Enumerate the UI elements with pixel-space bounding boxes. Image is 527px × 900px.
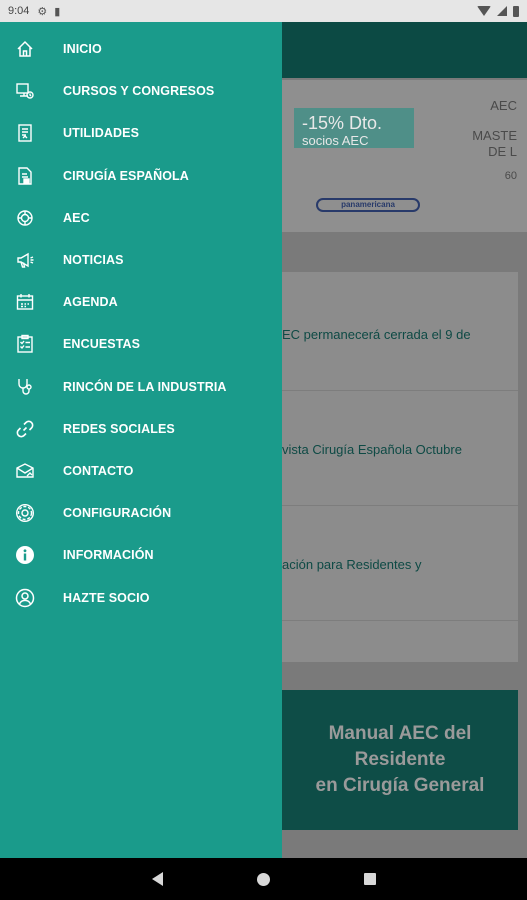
link-icon: [14, 418, 36, 440]
battery-icon: [513, 5, 519, 17]
courses-icon: [14, 80, 36, 102]
signal-icon: [497, 6, 507, 16]
navigation-drawer: INICIO CURSOS Y CONGRESOS UTILIDADES CIR…: [0, 22, 282, 858]
notification-status-icon: ▮: [54, 5, 61, 18]
settings-status-icon: ⚙: [37, 5, 48, 18]
news-card-text: vista Cirugía Española Octubre: [282, 442, 462, 457]
drawer-item-label: CIRUGÍA ESPAÑOLA: [63, 168, 189, 183]
stethoscope-icon: [14, 376, 36, 398]
recents-icon: [363, 873, 376, 885]
megaphone-icon: [14, 249, 36, 271]
back-button[interactable]: [148, 869, 168, 889]
manual-line2: en Cirugía General: [315, 775, 485, 796]
drawer-item-contacto[interactable]: CONTACTO: [0, 450, 282, 492]
drawer-item-inicio[interactable]: INICIO: [0, 28, 282, 70]
drawer-item-label: INFORMACIÓN: [63, 548, 154, 563]
status-bar: 9:04 ⚙ ▮: [0, 0, 527, 22]
banner-side-top: AEC: [490, 98, 517, 113]
gear-icon: [14, 502, 36, 524]
drawer-item-label: AEC: [63, 210, 90, 225]
home-circle-icon: [257, 872, 270, 886]
system-nav-bar: [0, 858, 527, 900]
drawer-item-label: REDES SOCIALES: [63, 421, 175, 436]
promo-box: -15% Dto. socios AEC: [294, 108, 414, 148]
home-icon: [14, 38, 36, 60]
survey-icon: [14, 333, 36, 355]
drawer-item-configuracion[interactable]: CONFIGURACIÓN: [0, 492, 282, 534]
journal-icon: [14, 165, 36, 187]
manual-banner[interactable]: Manual AEC del Residente en Cirugía Gene…: [282, 690, 518, 830]
banner-side-text: AEC MASTE DE L 60: [472, 98, 517, 184]
calendar-icon: [14, 291, 36, 313]
drawer-item-label: UTILIDADES: [63, 126, 139, 141]
drawer-item-label: RINCÓN DE LA INDUSTRIA: [63, 379, 227, 394]
news-card[interactable]: EC permanecerá cerrada el 9 de: [282, 277, 518, 391]
drawer-item-label: ENCUESTAS: [63, 337, 141, 352]
info-icon: [14, 544, 36, 566]
news-card-text: ación para Residentes y: [282, 557, 422, 572]
drawer-menu: INICIO CURSOS Y CONGRESOS UTILIDADES CIR…: [0, 22, 282, 619]
banner-side-num: 60: [504, 170, 517, 182]
back-icon: [152, 872, 163, 886]
drawer-item-utilidades[interactable]: UTILIDADES: [0, 112, 282, 154]
drawer-item-redes[interactable]: REDES SOCIALES: [0, 408, 282, 450]
status-time: 9:04: [8, 5, 30, 17]
drawer-item-cursos[interactable]: CURSOS Y CONGRESOS: [0, 70, 282, 112]
wifi-icon: [477, 6, 491, 16]
drawer-item-noticias[interactable]: NOTICIAS: [0, 239, 282, 281]
drawer-item-agenda[interactable]: AGENDA: [0, 281, 282, 323]
drawer-item-label: CONTACTO: [63, 463, 134, 478]
publisher-logo: panamericana: [316, 198, 420, 212]
recents-button[interactable]: [360, 869, 380, 889]
news-card[interactable]: vista Cirugía Española Octubre: [282, 392, 518, 506]
drawer-item-label: CURSOS Y CONGRESOS: [63, 84, 215, 99]
mail-icon: [14, 460, 36, 482]
drawer-item-aec[interactable]: AEC: [0, 197, 282, 239]
home-button[interactable]: [254, 869, 274, 889]
drawer-item-label: HAZTE SOCIO: [63, 590, 150, 605]
aec-icon: [14, 207, 36, 229]
drawer-item-label: INICIO: [63, 42, 102, 57]
manual-line1: Manual AEC del Residente: [328, 723, 472, 770]
promo-main: -15% Dto.: [302, 113, 383, 133]
promo-banner[interactable]: -15% Dto. socios AEC panamericana AEC MA…: [282, 80, 527, 232]
drawer-item-label: AGENDA: [63, 295, 118, 310]
drawer-item-rincon[interactable]: RINCÓN DE LA INDUSTRIA: [0, 366, 282, 408]
banner-side-mid2: DE L: [488, 144, 517, 159]
drawer-item-encuestas[interactable]: ENCUESTAS: [0, 323, 282, 365]
user-icon: [14, 587, 36, 609]
drawer-item-informacion[interactable]: INFORMACIÓN: [0, 534, 282, 576]
utilities-icon: [14, 122, 36, 144]
drawer-item-cirugia[interactable]: CIRUGÍA ESPAÑOLA: [0, 155, 282, 197]
news-card-text: EC permanecerá cerrada el 9 de: [282, 327, 471, 342]
drawer-item-label: CONFIGURACIÓN: [63, 506, 172, 521]
promo-sub: socios AEC: [302, 133, 369, 148]
news-card[interactable]: ación para Residentes y: [282, 507, 518, 621]
banner-side-mid1: MASTE: [472, 128, 517, 143]
drawer-item-label: NOTICIAS: [63, 253, 124, 268]
drawer-item-hazte-socio[interactable]: HAZTE SOCIO: [0, 576, 282, 618]
